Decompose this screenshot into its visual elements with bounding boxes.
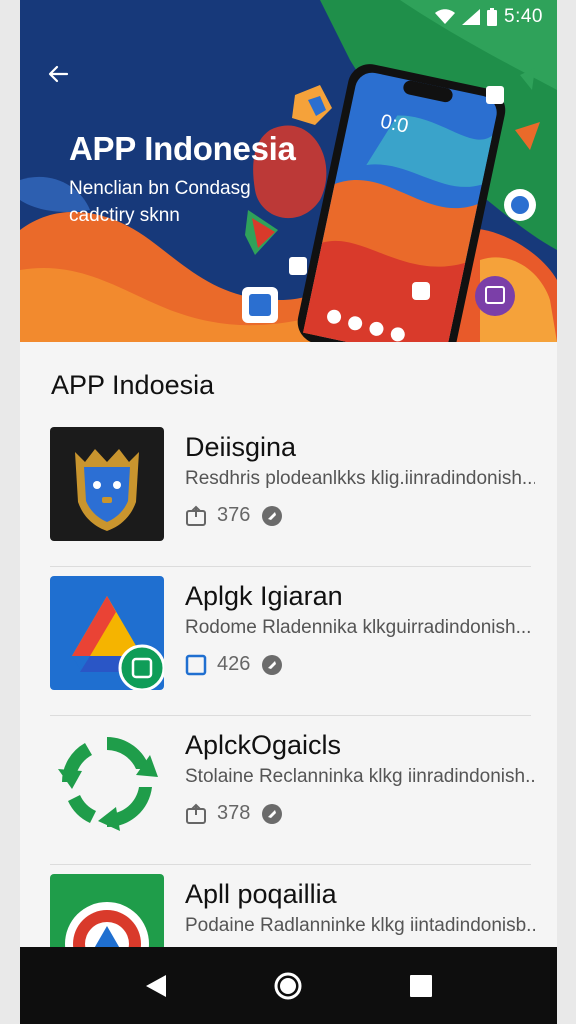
- app-description: Stolaine Reclanninka klkg iinradindonish…: [185, 766, 535, 787]
- app-description: Resdhris plodeanlkks klig.iinradindonish…: [185, 468, 535, 489]
- hero-subtitle: Nenclian bn Condasg cadctiry sknn: [69, 178, 251, 226]
- hero-banner: 0:0 APP Indonesia Nenclian bn Condasg ca…: [20, 0, 557, 342]
- status-time: 5:40: [504, 6, 543, 27]
- signal-icon: [462, 9, 481, 25]
- status-bar: 5:40: [20, 0, 557, 34]
- hero-title: APP Indonesia: [69, 130, 296, 167]
- back-button[interactable]: [44, 60, 72, 88]
- list-item[interactable]: Deiisgina Resdhris plodeanlkks klig.iinr…: [20, 418, 557, 567]
- app-count: 378: [217, 802, 251, 824]
- package-icon: [185, 803, 207, 825]
- app-list: Deiisgina Resdhris plodeanlkks klig.iinr…: [20, 418, 557, 1014]
- app-meta: 426: [185, 653, 283, 676]
- nav-recents-button[interactable]: [401, 966, 441, 1006]
- app-name: Apll poqaillia: [185, 879, 337, 909]
- verified-badge-icon: [262, 803, 283, 824]
- recycle-arrows-icon: [50, 725, 164, 839]
- app-count: 376: [217, 504, 251, 526]
- verified-badge-icon: [262, 654, 283, 675]
- app-description: Rodome Rladennika klkguirradindonish...: [185, 617, 532, 638]
- app-count: 426: [217, 653, 251, 675]
- app-name: Aplgk Igiaran: [185, 581, 343, 611]
- package-icon: [185, 505, 207, 527]
- app-name: Deiisgina: [185, 432, 297, 462]
- app-meta: 376: [185, 504, 283, 527]
- nav-back-button[interactable]: [136, 966, 176, 1006]
- recents-square-icon: [409, 974, 432, 997]
- drive-triangle-icon: [50, 576, 164, 690]
- app-meta: 378: [185, 802, 283, 825]
- battery-icon: [487, 8, 498, 26]
- wifi-icon: [435, 9, 456, 25]
- nav-home-button[interactable]: [268, 966, 308, 1006]
- home-circle-icon: [274, 972, 302, 999]
- section-title: APP Indoesia: [51, 370, 215, 400]
- list-item[interactable]: Aplgk Igiaran Rodome Rladennika klkguirr…: [20, 567, 557, 716]
- shield-mask-icon: [50, 427, 164, 541]
- app-description: Podaine Radlanninke klkg iintadindonisb.…: [185, 915, 535, 936]
- app-name: AplckOgaicls: [185, 730, 342, 760]
- list-item[interactable]: AplckOgaicls Stolaine Reclanninka klkg i…: [20, 716, 557, 865]
- arrow-back-icon: [48, 65, 69, 83]
- navigation-bar: [20, 947, 557, 1024]
- hero-background: 0:0: [20, 0, 557, 342]
- square-outline-icon: [185, 654, 207, 676]
- verified-badge-icon: [262, 505, 283, 526]
- back-triangle-icon: [146, 974, 167, 997]
- phone-screen: 0:0 APP Indonesia Nenclian bn Condasg ca…: [20, 0, 557, 1024]
